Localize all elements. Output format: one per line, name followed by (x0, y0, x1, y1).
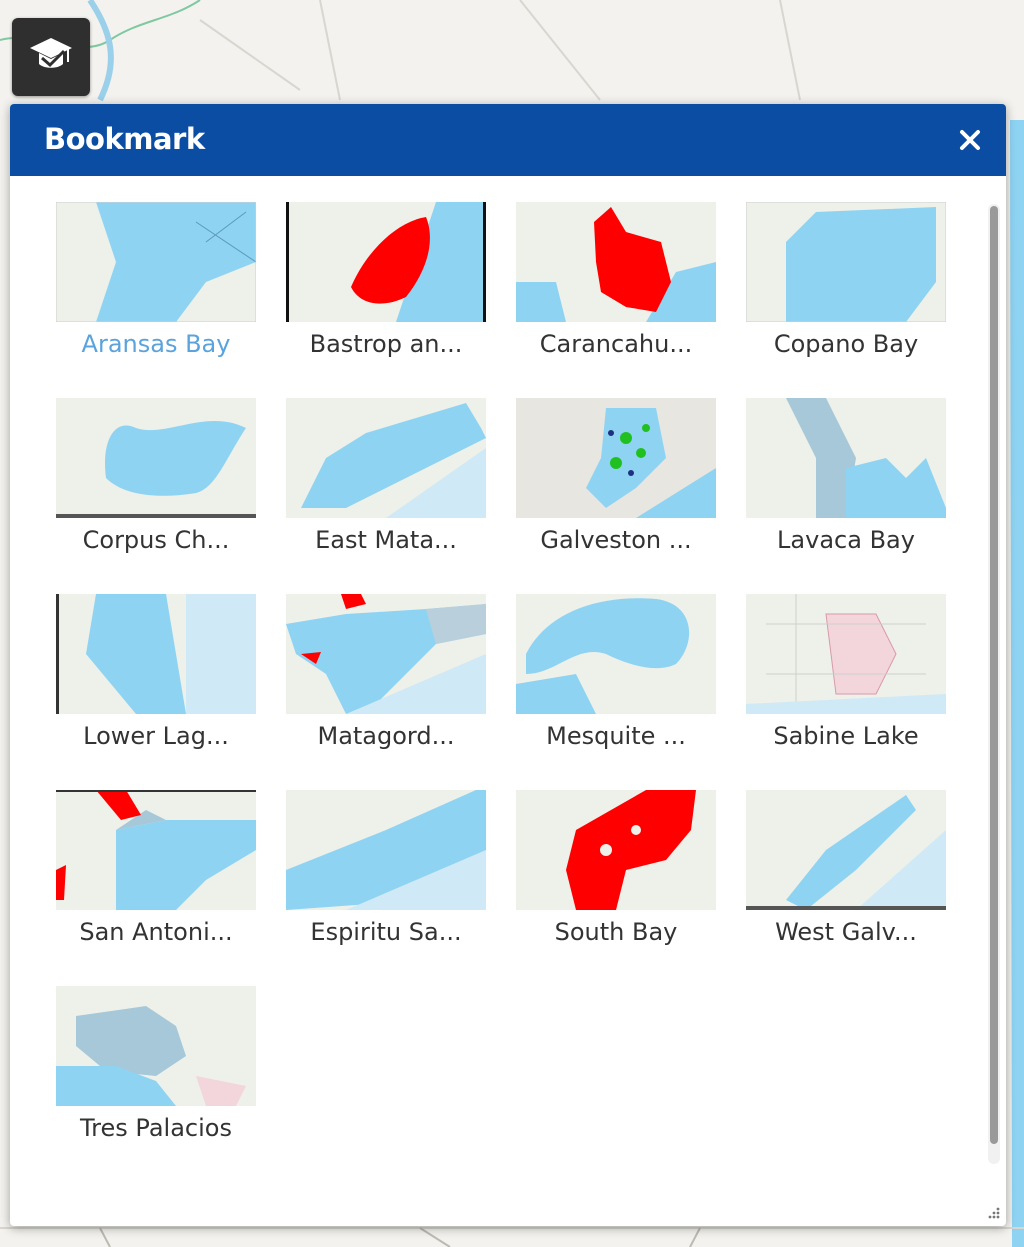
bookmark-item-galveston[interactable]: Galveston ... (516, 398, 716, 574)
bookmark-label[interactable]: Lavaca Bay (736, 526, 956, 554)
bookmark-item-bastrop[interactable]: Bastrop an... (286, 202, 486, 378)
bookmark-thumbnail[interactable] (746, 202, 946, 322)
bookmark-item-west-galveston[interactable]: West Galv... (746, 790, 946, 966)
bookmark-label[interactable]: South Bay (506, 918, 726, 946)
bookmark-thumbnail[interactable] (56, 790, 256, 910)
bookmark-label[interactable]: East Mata... (276, 526, 496, 554)
bookmark-item-mesquite[interactable]: Mesquite ... (516, 594, 716, 770)
resize-handle[interactable] (986, 1206, 1000, 1220)
bookmark-panel: Bookmark Aransas Bay Bastrop an... Caran… (10, 104, 1006, 1226)
bookmark-thumbnail[interactable] (516, 202, 716, 322)
close-button[interactable] (956, 126, 984, 154)
bookmark-label[interactable]: Lower Lag... (46, 722, 266, 750)
bookmark-label[interactable]: Mesquite ... (506, 722, 726, 750)
bookmark-thumbnail[interactable] (746, 790, 946, 910)
bookmark-label[interactable]: Espiritu Sa... (276, 918, 496, 946)
bookmark-thumbnail[interactable] (56, 594, 256, 714)
panel-header: Bookmark (10, 104, 1006, 176)
bookmark-thumbnail[interactable] (56, 202, 256, 322)
bookmark-thumbnail[interactable] (286, 398, 486, 518)
bookmark-thumbnail[interactable] (746, 398, 946, 518)
bookmark-thumbnail[interactable] (746, 594, 946, 714)
resize-grip-icon (988, 1207, 1000, 1219)
bookmark-item-espiritu-santo[interactable]: Espiritu Sa... (286, 790, 486, 966)
bookmark-item-carancahua[interactable]: Carancahu... (516, 202, 716, 378)
bookmark-item-san-antonio[interactable]: San Antoni... (56, 790, 256, 966)
bookmark-item-copano-bay[interactable]: Copano Bay (746, 202, 946, 378)
close-icon (960, 130, 980, 150)
graduation-cap-icon (28, 32, 74, 82)
bookmark-thumbnail[interactable] (516, 594, 716, 714)
bookmark-label[interactable]: Sabine Lake (736, 722, 956, 750)
bookmark-thumbnail[interactable] (516, 790, 716, 910)
bookmark-thumbnail[interactable] (286, 594, 486, 714)
bookmark-thumbnail[interactable] (516, 398, 716, 518)
bookmark-item-sabine-lake[interactable]: Sabine Lake (746, 594, 946, 770)
bookmark-thumbnail[interactable] (56, 986, 256, 1106)
bookmark-item-lower-laguna[interactable]: Lower Lag... (56, 594, 256, 770)
bookmark-thumbnail[interactable] (56, 398, 256, 518)
bookmark-label[interactable]: Copano Bay (736, 330, 956, 358)
bookmark-item-east-matagorda[interactable]: East Mata... (286, 398, 486, 574)
bookmark-item-tres-palacios[interactable]: Tres Palacios (56, 986, 256, 1162)
bookmark-thumbnail[interactable] (286, 790, 486, 910)
bookmark-label[interactable]: Aransas Bay (46, 330, 266, 358)
scrollbar-thumb[interactable] (990, 206, 998, 1144)
bookmark-item-aransas-bay[interactable]: Aransas Bay (56, 202, 256, 378)
bookmark-label[interactable]: Corpus Ch... (46, 526, 266, 554)
bookmark-item-corpus-christi[interactable]: Corpus Ch... (56, 398, 256, 574)
panel-title: Bookmark (44, 122, 205, 156)
bookmark-item-south-bay[interactable]: South Bay (516, 790, 716, 966)
bookmark-label[interactable]: Matagord... (276, 722, 496, 750)
bookmark-label[interactable]: San Antoni... (46, 918, 266, 946)
bookmark-label[interactable]: West Galv... (736, 918, 956, 946)
bookmark-widget-button[interactable] (12, 18, 90, 96)
bookmark-label[interactable]: Carancahu... (506, 330, 726, 358)
bookmark-label[interactable]: Galveston ... (506, 526, 726, 554)
bookmark-label[interactable]: Bastrop an... (276, 330, 496, 358)
scrollbar[interactable] (988, 204, 1000, 1164)
bookmark-thumbnail[interactable] (286, 202, 486, 322)
bookmark-label[interactable]: Tres Palacios (46, 1114, 266, 1142)
bookmark-item-lavaca-bay[interactable]: Lavaca Bay (746, 398, 946, 574)
bookmark-item-matagorda[interactable]: Matagord... (286, 594, 486, 770)
